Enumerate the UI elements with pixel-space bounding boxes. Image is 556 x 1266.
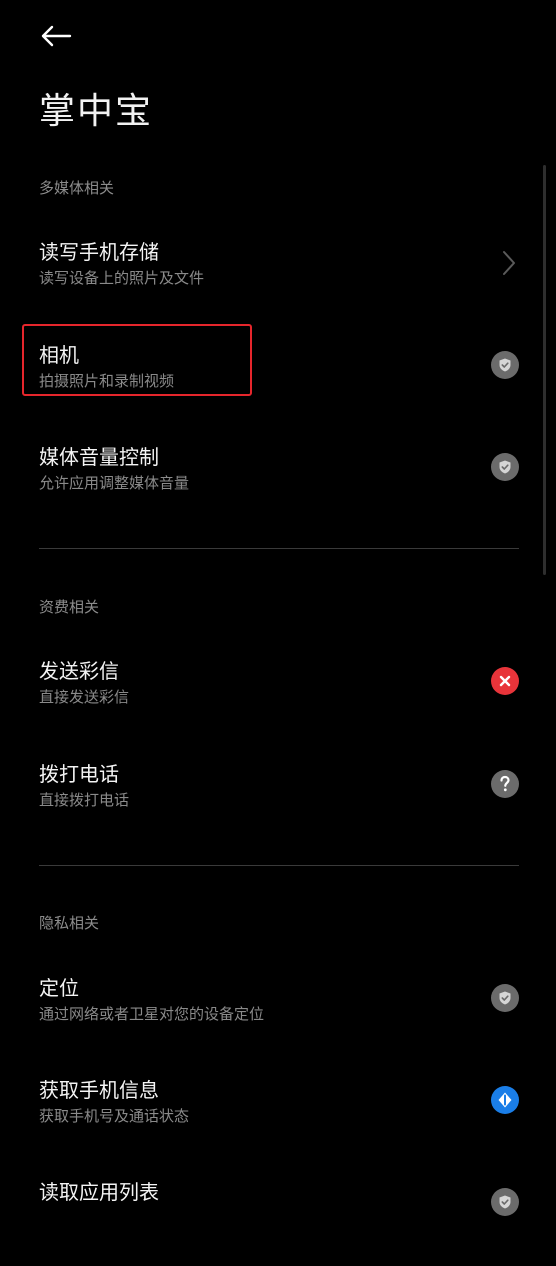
permission-item-storage[interactable]: 读写手机存储 读写设备上的照片及文件 bbox=[0, 236, 556, 326]
allowed-status-icon[interactable] bbox=[491, 1188, 519, 1216]
permission-item-media-volume[interactable]: 媒体音量控制 允许应用调整媒体音量 bbox=[0, 441, 556, 531]
permission-subtitle: 拍摄照片和录制视频 bbox=[39, 372, 175, 390]
permission-item-phone-call[interactable]: 拨打电话 直接拨打电话 bbox=[0, 758, 556, 848]
permission-title: 媒体音量控制 bbox=[39, 445, 159, 469]
permission-subtitle: 获取手机号及通话状态 bbox=[39, 1107, 190, 1125]
ask-status-icon[interactable] bbox=[491, 770, 519, 798]
permission-title: 拨打电话 bbox=[39, 762, 119, 786]
permission-subtitle: 允许应用调整媒体音量 bbox=[39, 474, 190, 492]
section-label-privacy: 隐私相关 bbox=[39, 914, 100, 932]
info-status-icon[interactable] bbox=[491, 1086, 519, 1114]
chevron-right-icon bbox=[503, 251, 515, 275]
allowed-status-icon[interactable] bbox=[491, 351, 519, 379]
permission-title: 读写手机存储 bbox=[39, 240, 159, 264]
section-label-charges: 资费相关 bbox=[39, 598, 100, 616]
section-divider bbox=[39, 548, 519, 549]
permission-item-send-mms[interactable]: 发送彩信 直接发送彩信 bbox=[0, 655, 556, 745]
permission-item-camera[interactable]: 相机 拍摄照片和录制视频 bbox=[0, 339, 556, 429]
allowed-status-icon[interactable] bbox=[491, 453, 519, 481]
permission-title: 读取应用列表 bbox=[39, 1180, 159, 1204]
permission-subtitle: 读写设备上的照片及文件 bbox=[39, 269, 205, 287]
permission-title: 定位 bbox=[39, 976, 79, 1000]
section-divider bbox=[39, 865, 519, 866]
back-button[interactable] bbox=[36, 20, 76, 52]
permission-item-location[interactable]: 定位 通过网络或者卫星对您的设备定位 bbox=[0, 972, 556, 1062]
permission-title: 相机 bbox=[39, 343, 79, 367]
permission-item-app-list[interactable]: 读取应用列表 bbox=[0, 1176, 556, 1266]
permission-subtitle: 通过网络或者卫星对您的设备定位 bbox=[39, 1005, 265, 1023]
permission-subtitle: 直接发送彩信 bbox=[39, 688, 130, 706]
permission-item-phone-info[interactable]: 获取手机信息 获取手机号及通话状态 bbox=[0, 1074, 556, 1164]
section-label-multimedia: 多媒体相关 bbox=[39, 179, 115, 197]
permission-title: 发送彩信 bbox=[39, 659, 119, 683]
back-arrow-icon bbox=[41, 25, 72, 47]
page-title: 掌中宝 bbox=[39, 91, 154, 132]
allowed-status-icon[interactable] bbox=[491, 984, 519, 1012]
permission-subtitle: 直接拨打电话 bbox=[39, 791, 130, 809]
denied-status-icon[interactable] bbox=[491, 667, 519, 695]
permission-title: 获取手机信息 bbox=[39, 1078, 159, 1102]
